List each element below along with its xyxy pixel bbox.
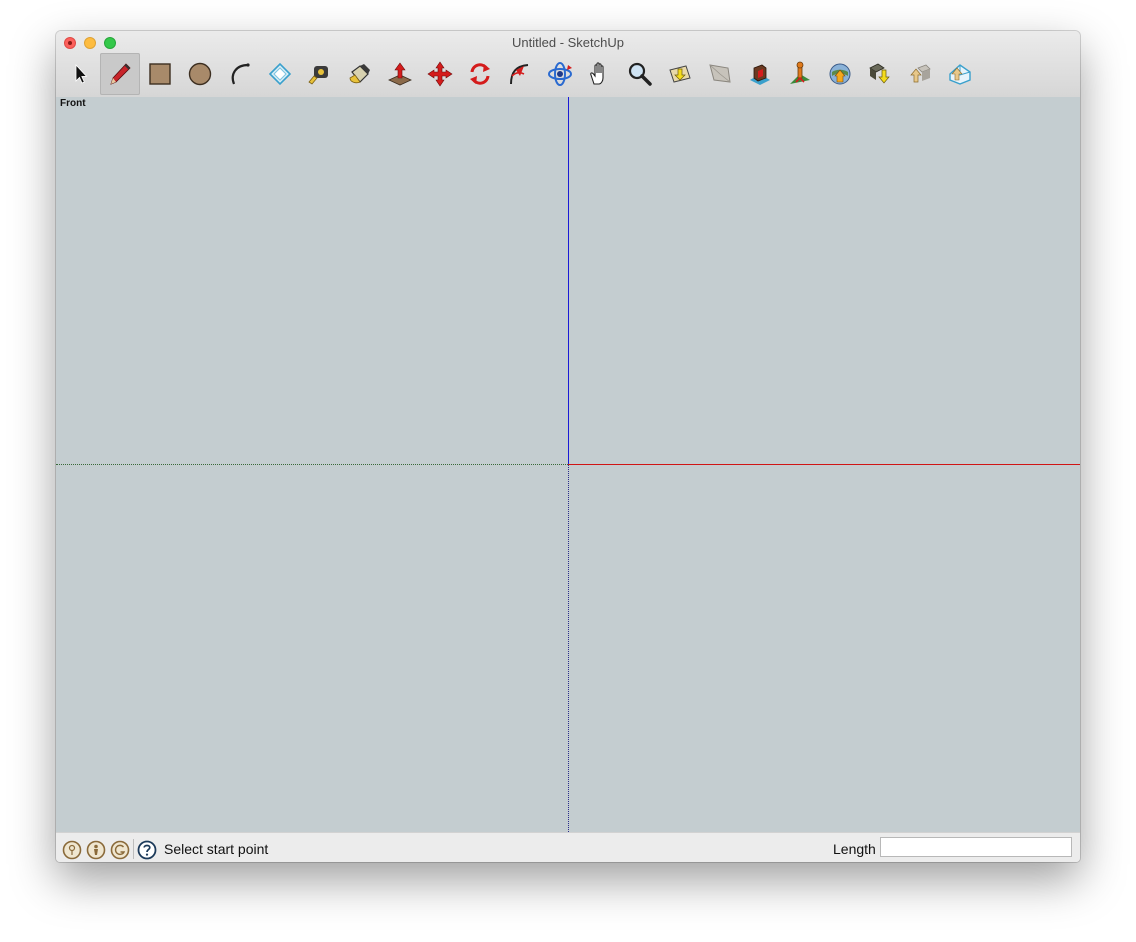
zoom-extents-tool-button[interactable] bbox=[660, 53, 700, 95]
scene-label: Front bbox=[60, 98, 86, 109]
help-icon bbox=[137, 840, 157, 860]
negative-red-axis-dotted bbox=[56, 464, 568, 465]
zoom-tool-button[interactable] bbox=[620, 53, 660, 95]
tape-measure-icon bbox=[308, 66, 328, 85]
status-message: Select start point bbox=[164, 841, 269, 857]
position-camera-tool-button[interactable] bbox=[780, 53, 820, 95]
title-bar: Untitled - SketchUp bbox=[56, 31, 1080, 98]
get-models-tool-button[interactable] bbox=[860, 53, 900, 95]
share-model-icon bbox=[910, 64, 931, 83]
eraser-icon bbox=[268, 62, 292, 86]
previous-view-tool-button[interactable] bbox=[700, 53, 740, 95]
eraser-tool-button[interactable] bbox=[260, 53, 300, 95]
instructor-help-button[interactable] bbox=[137, 840, 157, 860]
previous-view-icon bbox=[709, 64, 731, 83]
window-title: Untitled - SketchUp bbox=[512, 35, 624, 50]
select-arrow-icon bbox=[75, 63, 88, 84]
credits-icon bbox=[86, 840, 106, 860]
share-model-tool-button[interactable] bbox=[900, 53, 940, 95]
follow-me-tool-button[interactable] bbox=[500, 53, 540, 95]
position-camera-icon bbox=[790, 61, 810, 84]
blue-axis bbox=[568, 97, 569, 465]
follow-me-icon bbox=[510, 64, 529, 85]
orbit-icon bbox=[548, 62, 572, 86]
rectangle-icon bbox=[149, 63, 171, 85]
circle-icon bbox=[188, 62, 212, 86]
move-icon bbox=[427, 61, 453, 87]
account-icon bbox=[110, 840, 130, 860]
rotate-tool-button[interactable] bbox=[460, 53, 500, 95]
red-axis bbox=[568, 464, 1080, 465]
3d-warehouse-tool-button[interactable] bbox=[740, 53, 780, 95]
sketchup-window: Untitled - SketchUp Front Select start p… bbox=[56, 31, 1080, 862]
select-tool-button[interactable] bbox=[60, 53, 100, 95]
arc-icon bbox=[231, 63, 250, 85]
arc-tool-button[interactable] bbox=[220, 53, 260, 95]
paint-bucket-tool-button[interactable] bbox=[340, 53, 380, 95]
move-tool-button[interactable] bbox=[420, 53, 460, 95]
extension-warehouse-icon bbox=[949, 64, 971, 85]
warehouse-icon bbox=[750, 64, 770, 85]
push-pull-tool-button[interactable] bbox=[380, 53, 420, 95]
orbit-tool-button[interactable] bbox=[540, 53, 580, 95]
status-bar: Select start point Length bbox=[56, 832, 1080, 862]
pan-tool-button[interactable] bbox=[580, 53, 620, 95]
zoom-extents-icon bbox=[669, 65, 691, 83]
circle-tool-button[interactable] bbox=[180, 53, 220, 95]
account-button[interactable] bbox=[110, 840, 130, 860]
pencil-icon bbox=[110, 63, 131, 85]
add-location-icon bbox=[829, 63, 851, 85]
measurements-label: Length bbox=[833, 841, 876, 857]
modeling-viewport[interactable]: Front bbox=[56, 97, 1080, 832]
push-pull-icon bbox=[388, 62, 412, 86]
pan-hand-icon bbox=[590, 62, 604, 85]
extension-warehouse-tool-button[interactable] bbox=[940, 53, 980, 95]
rectangle-tool-button[interactable] bbox=[140, 53, 180, 95]
credits-button[interactable] bbox=[86, 840, 106, 860]
status-divider bbox=[133, 839, 134, 859]
magnifier-icon bbox=[628, 62, 652, 86]
line-tool-button[interactable] bbox=[100, 53, 140, 95]
get-models-icon bbox=[869, 63, 890, 84]
rotate-icon bbox=[470, 63, 490, 85]
paint-bucket-icon bbox=[349, 64, 370, 84]
negative-blue-axis-dotted bbox=[568, 465, 569, 832]
geo-location-button[interactable] bbox=[62, 840, 82, 860]
add-location-tool-button[interactable] bbox=[820, 53, 860, 95]
geo-location-icon bbox=[62, 840, 82, 860]
measurements-input[interactable] bbox=[880, 837, 1072, 857]
tape-measure-tool-button[interactable] bbox=[300, 53, 340, 95]
